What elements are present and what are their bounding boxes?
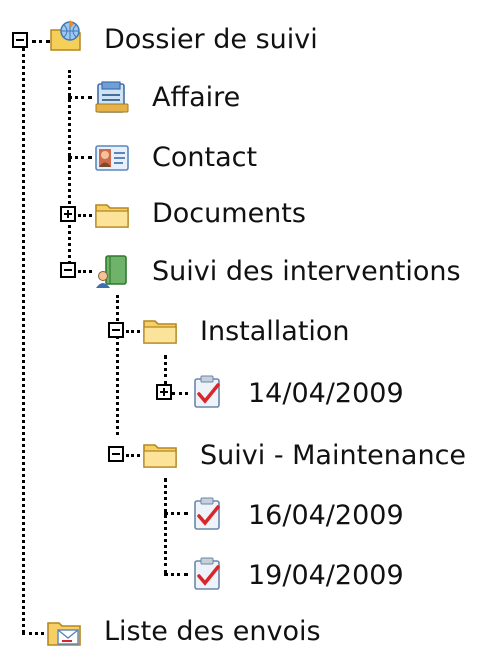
expand-toggle-date1[interactable] — [156, 384, 172, 400]
tree-connector-date2 — [164, 512, 188, 515]
tree-line-level3a — [164, 355, 167, 385]
tree-node-label: Affaire — [152, 82, 241, 113]
contact-card-icon — [95, 145, 129, 171]
collapse-toggle-installation[interactable] — [108, 322, 124, 338]
document-icon — [95, 81, 129, 113]
folder-icon — [95, 204, 129, 228]
tree-node-label: Dossier de suivi — [104, 24, 318, 55]
folder-globe-icon — [50, 20, 81, 51]
collapse-toggle-suivi[interactable] — [60, 262, 76, 278]
tree-connector-installation — [126, 330, 140, 333]
tree-line-level3b — [164, 478, 167, 574]
expand-toggle-documents[interactable] — [60, 206, 76, 222]
folder-icon — [143, 320, 177, 344]
tree-line-level1 — [68, 70, 71, 270]
tree-connector-suivi — [78, 270, 92, 273]
tree-connector-contact — [68, 156, 92, 159]
tree-node-label: Installation — [200, 316, 350, 347]
book-user-icon — [96, 255, 127, 288]
tree-node-label: Liste des envois — [104, 616, 321, 647]
tree-connector-date3 — [164, 573, 188, 576]
tree-line-level2 — [116, 295, 119, 435]
tree-node-label: Contact — [152, 142, 258, 173]
tree-node-label: 19/04/2009 — [248, 560, 404, 591]
collapse-toggle-maintenance[interactable] — [108, 446, 124, 462]
tree-node-label: Suivi des interventions — [152, 256, 461, 287]
folder-icon — [143, 444, 177, 468]
tree-connector-documents — [78, 214, 92, 217]
tree-node-label: 16/04/2009 — [248, 500, 404, 531]
folder-mail-icon — [47, 622, 81, 646]
tree-connector-affaire — [68, 96, 92, 99]
tree-node-label: Suivi - Maintenance — [200, 440, 467, 471]
checklist-icon — [194, 375, 220, 408]
collapse-toggle-root[interactable] — [12, 32, 28, 48]
tree-connector-maintenance — [126, 454, 140, 457]
tree-node-label: Documents — [152, 198, 306, 229]
tree-line-root — [22, 48, 25, 633]
checklist-icon — [194, 557, 220, 590]
tree-connector-date1 — [172, 392, 188, 395]
tree-node-label: 14/04/2009 — [248, 378, 404, 409]
tree-connector-last — [22, 632, 44, 635]
checklist-icon — [194, 497, 220, 530]
